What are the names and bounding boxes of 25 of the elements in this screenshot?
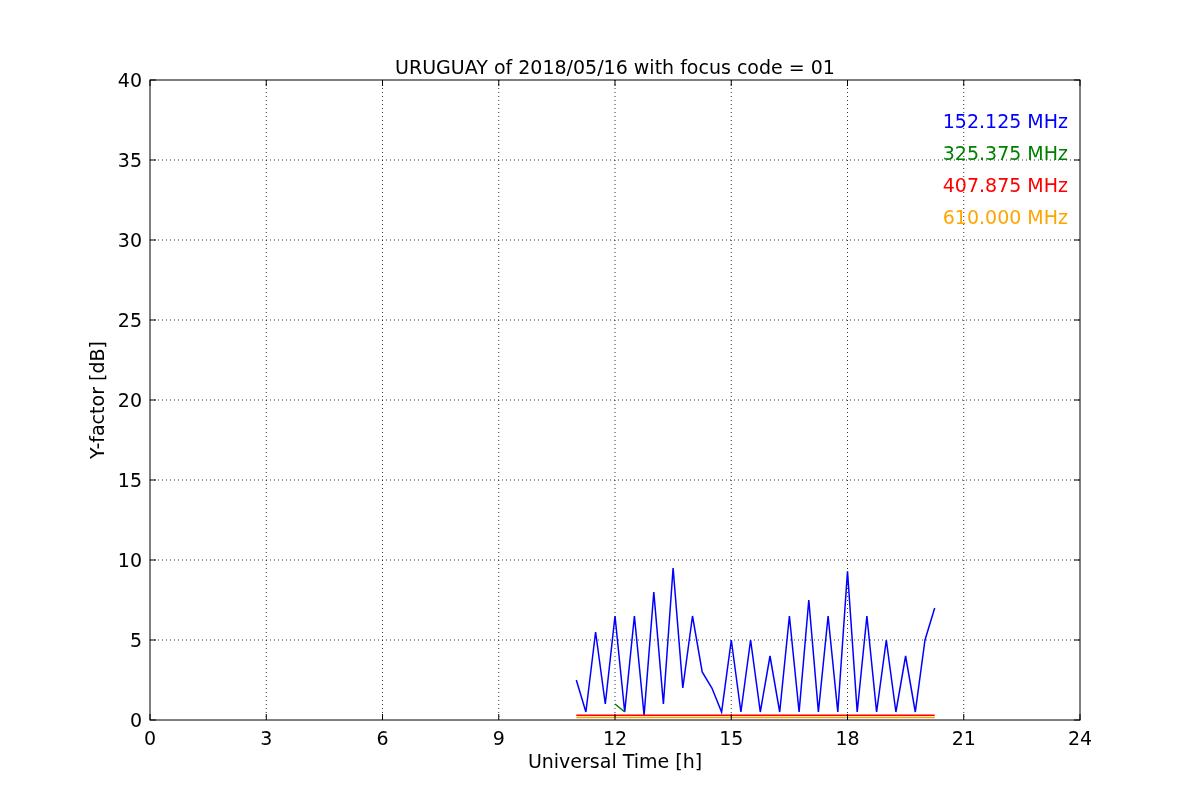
legend-label: 407.875 MHz (942, 174, 1068, 196)
x-tick-label: 9 (492, 727, 505, 749)
y-tick-label: 35 (117, 149, 142, 171)
y-tick-label: 15 (117, 469, 142, 491)
x-tick-label: 0 (143, 727, 157, 749)
x-tick-label: 24 (1067, 727, 1093, 749)
y-tick-label: 5 (129, 629, 142, 651)
legend-label: 610.000 MHz (942, 206, 1068, 228)
x-tick-label: 12 (602, 727, 628, 749)
y-tick-label: 0 (129, 709, 142, 731)
legend-label: 325.375 MHz (942, 142, 1068, 164)
y-tick-label: 40 (117, 69, 142, 91)
x-tick-label: 18 (835, 727, 860, 749)
y-tick-label: 25 (117, 309, 142, 331)
x-tick-label: 3 (260, 727, 273, 749)
x-tick-label: 21 (951, 727, 976, 749)
chart-title: URUGUAY of 2018/05/16 with focus code = 01 (395, 56, 835, 78)
x-tick-label: 6 (376, 727, 389, 749)
y-tick-label: 20 (117, 389, 142, 411)
legend-label: 152.125 MHz (942, 110, 1068, 132)
x-tick-label: 15 (719, 727, 744, 749)
y-tick-label: 30 (117, 229, 142, 251)
y-axis-label: Y-factor [dB] (86, 341, 108, 459)
y-tick-label: 10 (117, 549, 142, 571)
x-axis-label: Universal Time [h] (527, 750, 703, 772)
